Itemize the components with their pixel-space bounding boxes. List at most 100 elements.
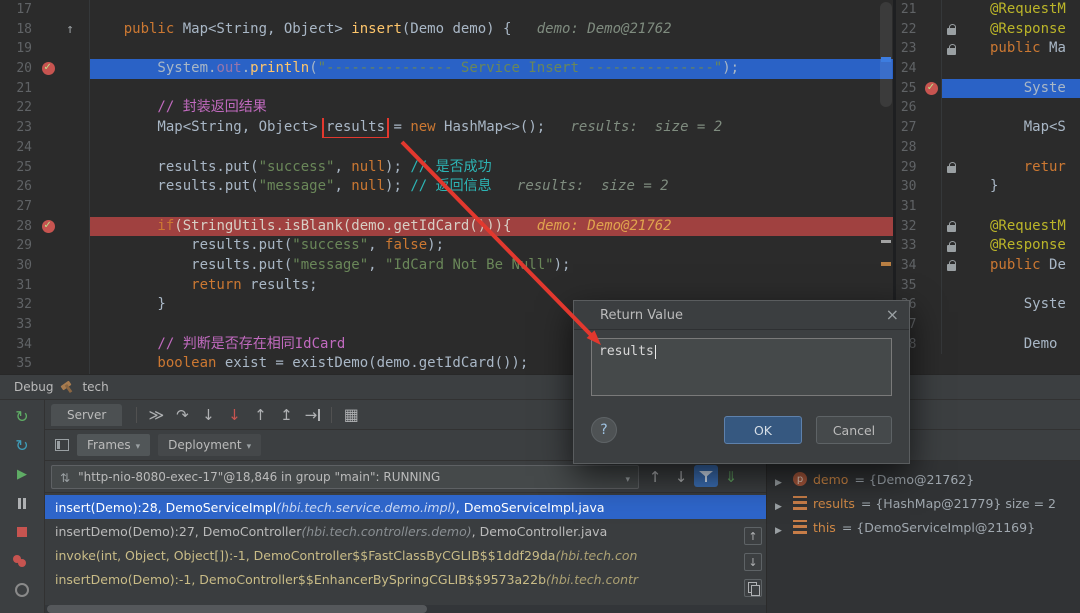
gutter[interactable]: 28 — [0, 217, 90, 237]
scrollbar-thumb[interactable] — [880, 2, 892, 107]
return-value-input[interactable]: results — [591, 338, 892, 396]
expand-arrow-icon[interactable] — [775, 518, 787, 537]
gutter[interactable]: 26 — [896, 98, 942, 118]
code-line-L-24[interactable]: 24 — [0, 138, 893, 158]
breakpoint-icon[interactable] — [42, 62, 55, 75]
gutter[interactable]: 21 — [0, 79, 90, 99]
variable-row[interactable]: this = {DemoServiceImpl@21169} — [767, 515, 1080, 539]
gutter[interactable]: 18↑ — [0, 20, 90, 40]
next-frame-icon[interactable] — [668, 465, 694, 489]
variable-row[interactable]: results = {HashMap@21779} size = 2 — [767, 491, 1080, 515]
code-line-R-37[interactable]: 37 — [896, 315, 1080, 335]
gutter[interactable]: 34 — [0, 335, 90, 355]
code-line-R-33[interactable]: 33@Response — [896, 236, 1080, 256]
code-line-L-22[interactable]: 22 // 封装返回结果 — [0, 98, 893, 118]
server-tab[interactable]: Server — [51, 404, 122, 426]
code-line-L-20[interactable]: 20 System.out.println("--------------- S… — [0, 59, 893, 79]
gutter[interactable]: 22 — [0, 98, 90, 118]
gutter[interactable]: 23 — [0, 118, 90, 138]
code-line-R-22[interactable]: 22@Response — [896, 20, 1080, 40]
code-line-L-30[interactable]: 30 results.put("message", "IdCard Not Be… — [0, 256, 893, 276]
expand-arrow-icon[interactable] — [775, 470, 787, 489]
gutter[interactable]: 22 — [896, 20, 942, 40]
gutter[interactable]: 30 — [896, 177, 942, 197]
gutter[interactable]: 25 — [0, 158, 90, 178]
force-step-into-icon[interactable] — [221, 403, 247, 427]
gutter[interactable]: 29 — [896, 158, 942, 178]
code-line-R-36[interactable]: 36 Syste — [896, 295, 1080, 315]
thread-selector[interactable]: "http-nio-8080-exec-17"@18,846 in group … — [51, 465, 639, 489]
variable-row[interactable]: pdemo = {Demo@21762} — [767, 467, 1080, 491]
gutter[interactable]: 21 — [896, 0, 942, 20]
code-line-R-27[interactable]: 27 Map<S — [896, 118, 1080, 138]
gutter[interactable]: 31 — [896, 197, 942, 217]
help-button[interactable]: ? — [591, 417, 617, 443]
code-line-L-17[interactable]: 17 — [0, 0, 893, 20]
code-line-R-24[interactable]: 24 — [896, 59, 1080, 79]
view-breakpoints-icon[interactable] — [12, 551, 32, 571]
deployment-tab[interactable]: Deployment — [158, 434, 261, 456]
copy-button[interactable] — [744, 579, 762, 597]
code-line-R-26[interactable]: 26 — [896, 98, 1080, 118]
horizontal-scrollbar[interactable] — [45, 605, 766, 613]
code-line-R-28[interactable]: 28 — [896, 138, 1080, 158]
code-line-R-35[interactable]: 35 — [896, 276, 1080, 296]
code-line-L-23[interactable]: 23 Map<String, Object> results = new Has… — [0, 118, 893, 138]
gutter[interactable]: 24 — [0, 138, 90, 158]
scroll-down-button[interactable] — [744, 553, 762, 571]
stop-icon[interactable] — [12, 522, 32, 542]
gutter[interactable]: 33 — [896, 236, 942, 256]
gutter[interactable]: 19 — [0, 39, 90, 59]
gutter[interactable]: 24 — [896, 59, 942, 79]
code-line-L-26[interactable]: 26 results.put("message", null); // 返回信息… — [0, 177, 893, 197]
scroll-up-button[interactable] — [744, 527, 762, 545]
frames-tab[interactable]: Frames — [77, 434, 150, 456]
code-line-L-31[interactable]: 31 return results; — [0, 276, 893, 296]
code-line-R-38[interactable]: 38 Demo — [896, 335, 1080, 355]
scrollbar-thumb[interactable] — [47, 605, 427, 613]
code-line-R-25[interactable]: 25 Syste — [896, 79, 1080, 99]
ok-button[interactable]: OK — [724, 416, 802, 444]
step-out-of-block-icon[interactable] — [273, 403, 299, 427]
stack-frame-row[interactable]: invoke(int, Object, Object[]):-1, DemoCo… — [45, 543, 766, 567]
breakpoint-icon[interactable] — [925, 82, 938, 95]
gutter[interactable]: 28 — [896, 138, 942, 158]
gutter[interactable]: 29 — [0, 236, 90, 256]
step-out-icon[interactable] — [247, 403, 273, 427]
gutter[interactable]: 27 — [896, 118, 942, 138]
gutter[interactable]: 32 — [896, 217, 942, 237]
gutter[interactable]: 32 — [0, 295, 90, 315]
code-line-L-27[interactable]: 27 — [0, 197, 893, 217]
resume-program-icon[interactable] — [12, 464, 32, 484]
stack-frame-row[interactable]: insertDemo(Demo):27, DemoController (hbi… — [45, 519, 766, 543]
cancel-button[interactable]: Cancel — [816, 416, 892, 444]
run-to-cursor-icon[interactable] — [299, 403, 325, 427]
gutter[interactable]: 34 — [896, 256, 942, 276]
gutter[interactable]: 31 — [0, 276, 90, 296]
code-line-R-21[interactable]: 21@RequestM — [896, 0, 1080, 20]
code-line-L-19[interactable]: 19 — [0, 39, 893, 59]
expand-arrow-icon[interactable] — [775, 494, 787, 513]
code-line-L-25[interactable]: 25 results.put("success", null); // 是否成功 — [0, 158, 893, 178]
gutter[interactable]: 33 — [0, 315, 90, 335]
gutter[interactable]: 35 — [0, 354, 90, 374]
code-line-L-29[interactable]: 29 results.put("success", false); — [0, 236, 893, 256]
code-line-R-34[interactable]: 34public De — [896, 256, 1080, 276]
code-line-R-23[interactable]: 23public Ma — [896, 39, 1080, 59]
code-line-R-30[interactable]: 30} — [896, 177, 1080, 197]
code-line-L-18[interactable]: 18↑ public Map<String, Object> insert(De… — [0, 20, 893, 40]
restore-layout-icon[interactable] — [55, 439, 69, 451]
code-line-L-21[interactable]: 21 — [0, 79, 893, 99]
code-line-R-29[interactable]: 29 retur — [896, 158, 1080, 178]
gutter[interactable]: 17 — [0, 0, 90, 20]
debug-tab[interactable]: Debug — [14, 380, 53, 394]
rerun-server-icon[interactable] — [12, 435, 32, 455]
editor-right-pane[interactable]: 21@RequestM22@Response23public Ma2425 Sy… — [896, 0, 1080, 374]
gutter[interactable]: 27 — [0, 197, 90, 217]
step-into-icon[interactable] — [195, 403, 221, 427]
gutter[interactable]: 23 — [896, 39, 942, 59]
code-line-R-31[interactable]: 31 — [896, 197, 1080, 217]
prev-frame-icon[interactable] — [642, 465, 668, 489]
export-icon[interactable] — [718, 465, 744, 489]
filter-icon[interactable] — [694, 465, 718, 487]
